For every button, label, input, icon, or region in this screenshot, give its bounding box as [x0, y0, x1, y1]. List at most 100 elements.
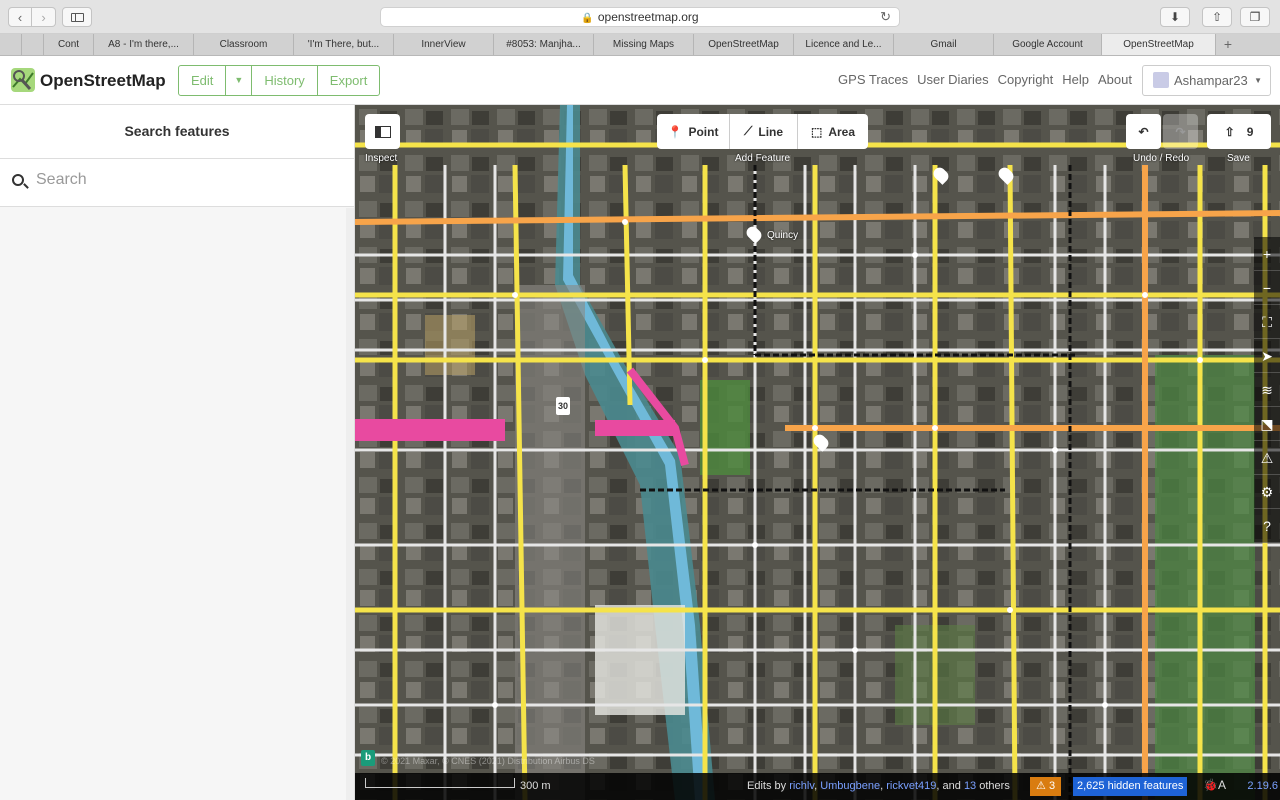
add-point-button[interactable]: 📍 Point — [657, 114, 730, 149]
scale-bar[interactable] — [365, 778, 515, 788]
help-link[interactable]: Help — [1062, 72, 1089, 87]
zoom-out-icon[interactable]: − — [1254, 271, 1280, 305]
undo-redo-label: Undo / Redo — [1133, 153, 1190, 164]
about-link[interactable]: About — [1098, 72, 1132, 87]
undo-button[interactable]: ↶ — [1126, 114, 1161, 149]
issues-icon[interactable]: ⚠ — [1254, 441, 1280, 475]
tab[interactable]: Classroom — [194, 34, 294, 55]
search-icon — [12, 174, 24, 186]
issues-badge[interactable]: ⚠ 3 — [1030, 777, 1062, 796]
download-icon[interactable]: ⬇ — [1160, 7, 1190, 27]
url-text: openstreetmap.org — [597, 10, 699, 24]
browser-toolbar: ‹ › 🔒 openstreetmap.org ↻ ⬇ ⇧ ❐ — [0, 0, 1280, 34]
tab-pinned[interactable] — [22, 34, 44, 55]
add-area-button[interactable]: ⬚ Area — [798, 114, 868, 149]
tab-bar: Cont A8 - I'm there,... Classroom 'I'm T… — [0, 34, 1280, 56]
tab[interactable]: InnerView — [394, 34, 494, 55]
point-icon: 📍 — [667, 124, 683, 139]
osm-header: OpenStreetMap Edit ▼ History Export GPS … — [0, 56, 1280, 105]
gps-traces-link[interactable]: GPS Traces — [838, 72, 908, 87]
tab-pinned[interactable] — [0, 34, 22, 55]
tab[interactable]: OpenStreetMap — [694, 34, 794, 55]
map-controls: + − ⛶ ➤ ≋ ⬔ ⚠ ⚙ ? — [1254, 237, 1280, 543]
map-imagery[interactable] — [355, 105, 1280, 800]
route-shield[interactable]: 30 — [556, 397, 570, 415]
user-diaries-link[interactable]: User Diaries — [917, 72, 989, 87]
undo-icon: ↶ — [1138, 124, 1149, 139]
add-line-button[interactable]: ⟋ Line — [730, 114, 798, 149]
add-feature-label: Add Feature — [735, 153, 791, 164]
reload-icon[interactable]: ↻ — [880, 8, 891, 26]
forward-icon[interactable]: › — [32, 7, 56, 27]
inspect-label: Inspect — [365, 153, 398, 164]
edits-prefix: Edits by — [747, 780, 787, 792]
tabs-overview-icon[interactable]: ❐ — [1240, 7, 1270, 27]
others-count-link[interactable]: 13 — [964, 780, 976, 792]
map-canvas[interactable]: Quincy 30 Inspect 📍 Point ⟋ Line ⬚ Area Add… — [355, 105, 1280, 800]
sidebar-toggle-icon[interactable] — [62, 7, 92, 27]
redo-icon: ↷ — [1175, 124, 1186, 139]
help-icon[interactable]: ? — [1254, 509, 1280, 543]
tab[interactable]: Cont — [44, 34, 94, 55]
sidebar-panel-icon — [374, 125, 391, 138]
export-button[interactable]: Export — [318, 66, 380, 95]
copyright-link[interactable]: Copyright — [998, 72, 1054, 87]
bug-report-icon[interactable]: 🐞A — [1203, 778, 1226, 792]
others-label: others — [979, 780, 1010, 792]
layers-icon[interactable]: ≋ — [1254, 373, 1280, 407]
brand-title[interactable]: OpenStreetMap — [40, 71, 166, 91]
edit-dropdown-icon[interactable]: ▼ — [226, 66, 253, 95]
issues-count: 3 — [1048, 780, 1056, 792]
bing-logo-icon: b — [361, 750, 375, 766]
address-bar[interactable]: 🔒 openstreetmap.org ↻ — [380, 7, 900, 27]
street-label: Quincy — [767, 230, 799, 241]
sidebar: Search features — [0, 105, 355, 800]
user-menu-button[interactable]: Ashampar23 ▼ — [1142, 65, 1271, 96]
tab[interactable]: Licence and Le... — [794, 34, 894, 55]
tab[interactable]: Google Account — [994, 34, 1102, 55]
editor-link[interactable]: richlv — [789, 780, 814, 792]
edit-button[interactable]: Edit — [179, 66, 227, 95]
map-footer: 300 m Edits by richlv, Umbugbene, rickve… — [355, 773, 1280, 800]
back-icon[interactable]: ‹ — [8, 7, 32, 27]
history-button[interactable]: History — [252, 66, 318, 95]
area-icon: ⬚ — [810, 124, 823, 139]
tab-active[interactable]: OpenStreetMap — [1102, 34, 1216, 55]
hidden-features-badge[interactable]: 2,625 hidden features — [1073, 777, 1188, 796]
edits-attribution: Edits by richlv, Umbugbene, rickvet419, … — [747, 780, 1010, 792]
scale-label: 300 m — [520, 780, 551, 792]
imagery-attribution[interactable]: © 2021 Maxar, © CNES (2021) Distribution… — [381, 756, 595, 766]
warning-icon: ⚠ — [1036, 780, 1046, 792]
tab[interactable]: #8053: Manjha... — [494, 34, 594, 55]
editor-link[interactable]: rickvet419 — [886, 780, 936, 792]
save-button[interactable]: ⇧ 9 — [1207, 114, 1271, 149]
search-bar — [0, 159, 354, 207]
add-point-label: Point — [688, 124, 719, 139]
save-label: Save — [1227, 153, 1250, 164]
search-input[interactable] — [36, 171, 336, 189]
username: Ashampar23 — [1174, 73, 1248, 88]
osm-logo-icon[interactable] — [10, 67, 36, 93]
inspect-panel-button[interactable] — [365, 114, 400, 149]
geolocate-icon[interactable]: ➤ — [1254, 339, 1280, 373]
version-label[interactable]: 2.19.6 — [1247, 780, 1278, 792]
tab[interactable]: Missing Maps — [594, 34, 694, 55]
zoom-to-selection-icon[interactable]: ⛶ — [1254, 305, 1280, 339]
map-data-icon[interactable]: ⬔ — [1254, 407, 1280, 441]
upload-icon: ⇧ — [1224, 124, 1235, 139]
tab[interactable]: Gmail — [894, 34, 994, 55]
sidebar-scrollbar[interactable] — [346, 208, 354, 800]
tab[interactable]: 'I'm There, but... — [294, 34, 394, 55]
new-tab-button[interactable]: + — [1216, 34, 1240, 55]
chevron-down-icon: ▼ — [1254, 76, 1262, 85]
tab[interactable]: A8 - I'm there,... — [94, 34, 194, 55]
zoom-in-icon[interactable]: + — [1254, 237, 1280, 271]
preferences-icon[interactable]: ⚙ — [1254, 475, 1280, 509]
share-icon[interactable]: ⇧ — [1202, 7, 1232, 27]
edit-button-group: Edit ▼ History Export — [178, 65, 381, 96]
avatar — [1153, 72, 1169, 88]
add-line-label: Line — [758, 124, 784, 139]
redo-button[interactable]: ↷ — [1163, 114, 1198, 149]
editor-link[interactable]: Umbugbene — [820, 780, 880, 792]
top-links: GPS Traces User Diaries Copyright Help A… — [838, 72, 1132, 87]
